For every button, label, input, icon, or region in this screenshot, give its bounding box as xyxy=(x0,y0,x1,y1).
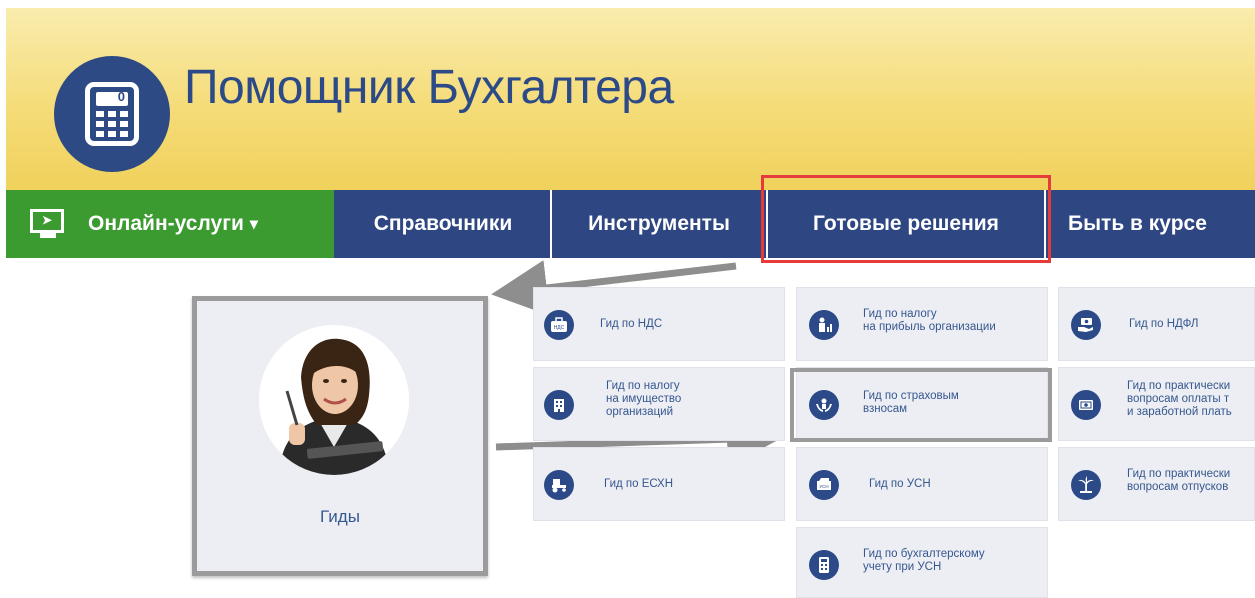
tile-label: Гид по бухгалтерскому учету при УСН xyxy=(863,548,985,573)
hand-money-icon xyxy=(1071,310,1101,340)
guides-card[interactable]: Гиды xyxy=(192,296,488,576)
svg-text:НДС: НДС xyxy=(554,325,565,331)
tile-label: Гид по налогу на имущество организаций xyxy=(606,380,682,418)
tile-vacation-guide[interactable]: Гид по практически вопросам отпусков xyxy=(1058,447,1255,521)
tile-eskhn-guide[interactable]: Гид по ЕСХН xyxy=(533,447,785,521)
person-chart-icon xyxy=(809,310,839,340)
tile-label: Гид по НДФЛ xyxy=(1129,318,1199,330)
calculator-icon xyxy=(809,550,839,580)
tile-property-tax-guide[interactable]: Гид по налогу на имущество организаций xyxy=(533,367,785,441)
tile-vat-guide[interactable]: НДС Гид по НДС xyxy=(533,287,785,361)
vat-briefcase-icon: НДС xyxy=(544,310,574,340)
building-icon xyxy=(544,390,574,420)
tile-ndfl-guide[interactable]: Гид по НДФЛ xyxy=(1058,287,1255,361)
tile-label: Гид по практически вопросам оплаты т и з… xyxy=(1127,380,1232,418)
tile-label: Гид по НДС xyxy=(600,318,663,330)
palm-tree-icon xyxy=(1071,470,1101,500)
tile-salary-guide[interactable]: Гид по практически вопросам оплаты т и з… xyxy=(1058,367,1255,441)
tile-usn-accounting-guide[interactable]: Гид по бухгалтерскому учету при УСН xyxy=(796,527,1048,598)
tile-usn-guide[interactable]: УСН Гид по УСН xyxy=(796,447,1048,521)
tractor-icon xyxy=(544,470,574,500)
tile-label: Гид по УСН xyxy=(869,478,931,490)
tile-label: Гид по практически вопросам отпусков xyxy=(1127,468,1231,493)
highlight-frame xyxy=(790,368,1052,442)
avatar xyxy=(259,325,409,475)
usn-document-icon: УСН xyxy=(809,470,839,500)
svg-text:УСН: УСН xyxy=(819,484,828,489)
tile-profit-tax-guide[interactable]: Гид по налогу на прибыль организации xyxy=(796,287,1048,361)
tile-label: Гид по ЕСХН xyxy=(604,478,674,490)
tile-label: Гид по налогу на прибыль организации xyxy=(863,308,996,333)
guides-label: Гиды xyxy=(320,507,360,526)
banknote-icon xyxy=(1071,390,1101,420)
